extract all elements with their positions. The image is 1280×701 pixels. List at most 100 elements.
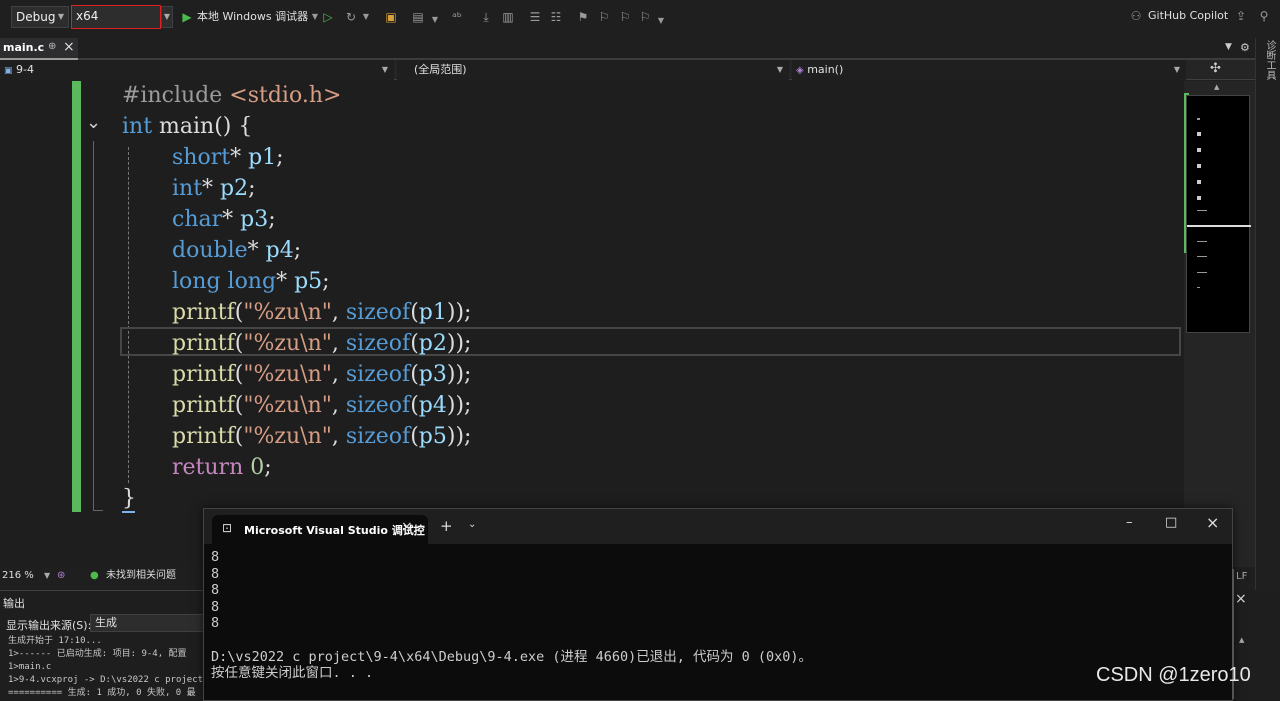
code-line-5: char* p3; (172, 207, 276, 232)
code-line-1: #include <stdio.h> (122, 81, 341, 112)
format-string: "%zu\n" (243, 362, 332, 387)
next-bookmark-icon[interactable]: ⚐ (617, 9, 633, 25)
output-text[interactable]: 生成开始于 17:10... 1>------ 已启动生成: 项目: 9-4, 配… (8, 635, 203, 700)
code-editor[interactable]: ⌄ #include <stdio.h> int main() { short*… (0, 81, 1184, 567)
zoom-level[interactable]: 216 % (2, 567, 34, 585)
close-tab-icon[interactable]: × (63, 39, 75, 55)
spell-check-icon[interactable]: ᵃᵇ (449, 9, 465, 25)
output-line: 1>main.c (8, 662, 52, 672)
console-output[interactable]: 88888 D:\vs2022 c project\9-4\x64\Debug\… (211, 549, 812, 682)
printf-call: printf (172, 300, 235, 325)
printf-call: printf (172, 393, 235, 418)
bookmark-icon[interactable]: ⚑ (575, 9, 591, 25)
code-line-11: printf("%zu\n", sizeof(p4)); (172, 393, 472, 418)
sizeof-keyword: sizeof (345, 362, 411, 387)
variable-name: p4 (418, 393, 447, 418)
pin-icon[interactable]: ⊕ (48, 41, 56, 52)
settings-gear-icon[interactable]: ⚙ (1240, 41, 1250, 54)
tab-list-dropdown-icon[interactable]: ▼ (1225, 42, 1232, 52)
text-caret (122, 511, 135, 513)
diagnostic-tools-tab[interactable]: 诊断工具 (1262, 40, 1277, 80)
tab-dropdown-icon[interactable]: ⌄ (468, 519, 476, 530)
configuration-dropdown[interactable]: Debug ▼ (11, 6, 69, 28)
collapse-icon[interactable]: ⌄ (86, 113, 101, 133)
close-console-tab-icon[interactable]: × (401, 519, 413, 535)
maximize-icon[interactable]: □ (1165, 515, 1177, 530)
indent-guide (128, 147, 129, 483)
start-debug-icon[interactable]: ▶ (179, 9, 195, 25)
breakpoint-window-icon[interactable]: ▥ (500, 9, 516, 25)
minimap[interactable] (1186, 95, 1251, 333)
console-output-line: 8 (211, 615, 220, 632)
console-output-line: 8 (211, 598, 220, 615)
layout-icon[interactable]: ▤ (410, 9, 426, 25)
new-tab-icon[interactable]: + (440, 517, 453, 535)
console-output-line: 8 (211, 582, 220, 599)
member-dropdown[interactable]: ◈ main() ▼ (792, 60, 1186, 80)
issues-status[interactable]: 未找到相关问题 (106, 567, 176, 585)
debug-console-window[interactable]: ⊡ Microsoft Visual Studio 调试控 × + ⌄ – □ … (203, 508, 1234, 701)
include-directive: #include (122, 83, 223, 108)
fold-guide-end (93, 510, 103, 511)
uncomment-icon[interactable]: ☷ (548, 9, 564, 25)
hot-reload-dropdown-icon[interactable]: ▼ (358, 9, 374, 25)
sizeof-keyword: sizeof (345, 393, 411, 418)
start-without-debug-icon[interactable]: ▷ (320, 9, 336, 25)
type-keyword: long long (172, 269, 277, 294)
output-source-dropdown[interactable]: 生成 (90, 614, 210, 632)
feedback-icon[interactable]: ⚲ (1256, 8, 1272, 24)
copilot-icon[interactable]: ⚇ (1128, 8, 1144, 24)
comment-icon[interactable]: ☰ (527, 9, 543, 25)
sizeof-keyword: sizeof (345, 300, 411, 325)
platform-dropdown[interactable]: x64 (71, 5, 161, 29)
solution-explorer-icon[interactable]: ▣ (383, 9, 399, 25)
platform-value: x64 (76, 9, 99, 23)
code-line-9: printf("%zu\n", sizeof(p2)); (172, 331, 472, 356)
line-ending-indicator[interactable]: LF (1236, 571, 1247, 582)
variable-name: p1 (418, 300, 447, 325)
copilot-button[interactable]: GitHub Copilot (1148, 8, 1228, 24)
output-line: 1>9-4.vcxproj -> D:\vs2022 c project (8, 675, 204, 685)
console-output-line: 8 (211, 549, 220, 565)
console-output-line: 8 (211, 565, 220, 582)
sizeof-keyword: sizeof (345, 424, 411, 449)
printf-call: printf (172, 331, 235, 356)
layout-dropdown-icon[interactable]: ▼ (427, 12, 443, 28)
minimap-scrollbar[interactable]: ▲ (1184, 81, 1255, 567)
platform-dropdown-arrow[interactable]: ▼ (161, 6, 173, 28)
format-string: "%zu\n" (243, 393, 332, 418)
variable-name: p2 (220, 176, 249, 201)
project-dropdown[interactable]: ▣ 9-4 ▼ (0, 60, 394, 80)
code-line-4: int* p2; (172, 176, 256, 201)
code-line-6: double* p4; (172, 238, 302, 263)
close-output-icon[interactable]: × (1235, 591, 1247, 607)
hot-reload-icon[interactable]: ↻ (343, 9, 359, 25)
code-line-7: long long* p5; (172, 269, 330, 294)
variable-name: p3 (418, 362, 447, 387)
glyph-margin[interactable] (0, 81, 33, 567)
function-icon: ◈ (796, 65, 804, 76)
split-editor-icon[interactable]: ✣ (1210, 61, 1221, 76)
include-header: <stdio.h> (229, 83, 342, 108)
close-window-icon[interactable]: × (1206, 513, 1219, 532)
intellicode-icon[interactable]: ⊛ (57, 567, 65, 585)
step-icon[interactable]: ⤓ (478, 9, 494, 25)
prev-bookmark-icon[interactable]: ⚐ (596, 9, 612, 25)
output-scroll-up-icon[interactable]: ▲ (1239, 636, 1244, 644)
sizeof-keyword: sizeof (345, 331, 411, 356)
closing-brace: } (122, 486, 136, 511)
console-tab[interactable]: ⊡ Microsoft Visual Studio 调试控 × (212, 515, 428, 544)
minimize-icon[interactable]: – (1126, 515, 1133, 530)
scroll-up-icon[interactable]: ▲ (1214, 83, 1219, 91)
output-title: 输出 (3, 597, 25, 610)
scope-dropdown[interactable]: (全局范围) ▼ (397, 60, 789, 80)
tab-main-c[interactable]: main.c ⊕ × (0, 38, 78, 60)
clear-bookmarks-icon[interactable]: ⚐ (637, 9, 653, 25)
toolbar-overflow-icon[interactable]: ▼ (653, 13, 669, 29)
share-icon[interactable]: ⇪ (1233, 8, 1249, 24)
project-icon: ▣ (4, 66, 13, 76)
type-keyword: double (172, 238, 248, 263)
zoom-dropdown-icon[interactable]: ▼ (44, 567, 50, 585)
output-source-label: 显示输出来源(S): (6, 619, 92, 632)
run-debugger-button[interactable]: 本地 Windows 调试器 (197, 9, 308, 25)
